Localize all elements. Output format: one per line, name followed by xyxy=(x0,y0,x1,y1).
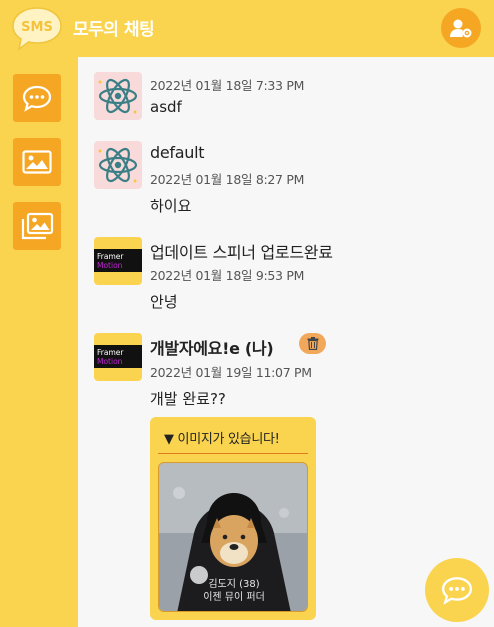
message-item: 2022년 01월 18일 7:33 PM asdf xyxy=(94,72,484,136)
sidebar xyxy=(0,57,78,627)
user-avatar[interactable]: Framer Motion xyxy=(94,333,142,381)
user-settings-icon xyxy=(450,19,472,38)
message-list[interactable]: 2022년 01월 18일 7:33 PM asdf default 2022년… xyxy=(78,57,494,627)
message-text: 개발 완료?? xyxy=(150,390,226,408)
trash-icon xyxy=(307,337,318,350)
chat-bubble-icon xyxy=(22,85,52,112)
svg-text:Framer: Framer xyxy=(97,252,124,261)
chat-bubble-icon xyxy=(441,577,473,605)
sms-logo[interactable]: SMS xyxy=(11,5,63,51)
framer-motion-logo-icon: Framer Motion xyxy=(94,249,142,272)
image-attachment[interactable]: ▼ 이미지가 있습니다! 김도지 (38) 이젠 뮤이 퍼더 xyxy=(150,417,316,620)
attached-image[interactable]: 김도지 (38) 이젠 뮤이 퍼더 xyxy=(158,462,308,612)
message-text: asdf xyxy=(150,98,182,116)
delete-message-button[interactable] xyxy=(299,333,326,354)
svg-text:SMS: SMS xyxy=(21,20,53,35)
message-item: Framer Motion 업데이트 스피너 업로드완료 2022년 01월 1… xyxy=(94,237,484,317)
profile-settings-button[interactable] xyxy=(441,8,481,48)
framer-motion-logo-icon: Framer Motion xyxy=(94,345,142,368)
svg-text:Motion: Motion xyxy=(97,357,123,366)
open-chat-button[interactable] xyxy=(425,558,489,622)
sidebar-item-image[interactable] xyxy=(13,138,61,186)
gallery-icon xyxy=(21,212,54,240)
svg-text:Framer: Framer xyxy=(97,348,124,357)
sidebar-item-chat[interactable] xyxy=(13,74,61,122)
react-logo-icon xyxy=(98,147,138,183)
image-icon xyxy=(22,150,52,174)
doge-vader-image: 김도지 (38) 이젠 뮤이 퍼더 xyxy=(159,463,307,611)
svg-text:이젠 뮤이 퍼더: 이젠 뮤이 퍼더 xyxy=(203,591,265,603)
user-avatar[interactable]: Framer Motion xyxy=(94,237,142,285)
message-time: 2022년 01월 18일 7:33 PM xyxy=(150,78,305,93)
svg-text:Motion: Motion xyxy=(97,261,123,270)
message-time: 2022년 01월 18일 9:53 PM xyxy=(150,268,305,283)
app-header: SMS 모두의 채팅 xyxy=(0,0,494,57)
sidebar-item-gallery[interactable] xyxy=(13,202,61,250)
react-logo-icon xyxy=(98,78,138,114)
message-author: default xyxy=(150,143,205,162)
svg-text:김도지 (38): 김도지 (38) xyxy=(208,578,259,590)
image-attachment-toggle[interactable]: ▼ 이미지가 있습니다! xyxy=(158,428,308,454)
message-time: 2022년 01월 18일 8:27 PM xyxy=(150,172,305,187)
user-avatar[interactable] xyxy=(94,141,142,189)
message-text: 안녕 xyxy=(150,293,178,311)
message-author: 업데이트 스피너 업로드완료 xyxy=(150,243,333,262)
app-title: 모두의 채팅 xyxy=(73,20,155,40)
message-author: 개발자에요!e (나) xyxy=(150,339,274,358)
message-item: default 2022년 01월 18일 8:27 PM 하이요 xyxy=(94,141,484,221)
user-avatar[interactable] xyxy=(94,72,142,120)
message-time: 2022년 01월 19일 11:07 PM xyxy=(150,365,312,380)
message-text: 하이요 xyxy=(150,197,192,215)
